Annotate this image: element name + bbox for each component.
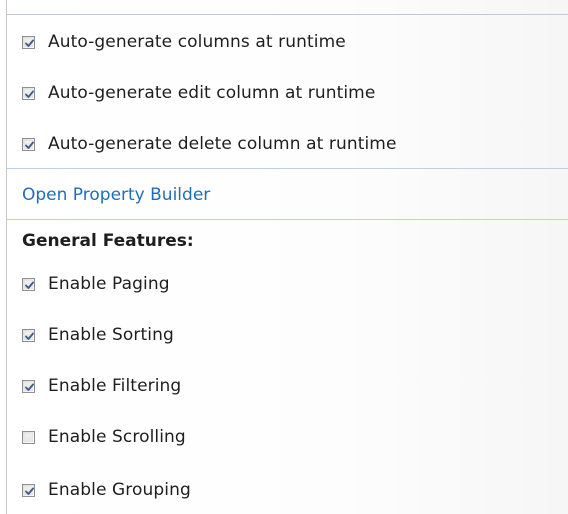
section-divider [7, 219, 568, 220]
checkbox-row-enable-paging[interactable]: Enable Paging [22, 271, 170, 297]
checkbox-row-auto-generate-delete-column[interactable]: Auto-generate delete column at runtime [22, 131, 397, 157]
checkbox-label: Auto-generate delete column at runtime [48, 134, 397, 154]
checkbox-label: Enable Sorting [48, 325, 174, 345]
checkbox-enable-paging[interactable] [22, 277, 35, 291]
general-features-heading: General Features: [22, 231, 194, 251]
checkbox-row-enable-sorting[interactable]: Enable Sorting [22, 322, 174, 348]
checkmark-icon [25, 281, 34, 289]
checkbox-enable-filtering[interactable] [22, 379, 35, 393]
checkmark-icon [25, 332, 34, 340]
checkbox-auto-generate-edit-column[interactable] [22, 86, 35, 100]
checkbox-row-auto-generate-columns[interactable]: Auto-generate columns at runtime [22, 29, 346, 55]
checkbox-label: Enable Filtering [48, 376, 182, 396]
checkbox-label: Enable Paging [48, 274, 170, 294]
checkmark-icon [25, 383, 34, 391]
checkmark-icon [25, 141, 34, 149]
top-divider [7, 14, 568, 15]
checkmark-icon [25, 39, 34, 47]
checkbox-row-enable-scrolling[interactable]: Enable Scrolling [22, 424, 186, 450]
checkbox-label: Enable Grouping [48, 480, 191, 500]
section-divider [7, 168, 568, 169]
checkmark-icon [25, 90, 34, 98]
checkbox-row-enable-grouping[interactable]: Enable Grouping [22, 477, 191, 503]
checkbox-label: Auto-generate edit column at runtime [48, 83, 376, 103]
checkbox-label: Auto-generate columns at runtime [48, 32, 346, 52]
checkbox-row-enable-filtering[interactable]: Enable Filtering [22, 373, 181, 399]
checkbox-label: Enable Scrolling [48, 427, 186, 447]
smart-tag-panel: Auto-generate columns at runtime Auto-ge… [6, 0, 568, 514]
checkbox-auto-generate-delete-column[interactable] [22, 137, 35, 151]
checkbox-enable-scrolling[interactable] [22, 430, 35, 444]
checkmark-icon [25, 487, 34, 495]
open-property-builder-link[interactable]: Open Property Builder [22, 182, 210, 208]
checkbox-row-auto-generate-edit-column[interactable]: Auto-generate edit column at runtime [22, 80, 375, 106]
checkbox-auto-generate-columns[interactable] [22, 35, 35, 49]
checkbox-enable-grouping[interactable] [22, 483, 35, 497]
checkbox-enable-sorting[interactable] [22, 328, 35, 342]
